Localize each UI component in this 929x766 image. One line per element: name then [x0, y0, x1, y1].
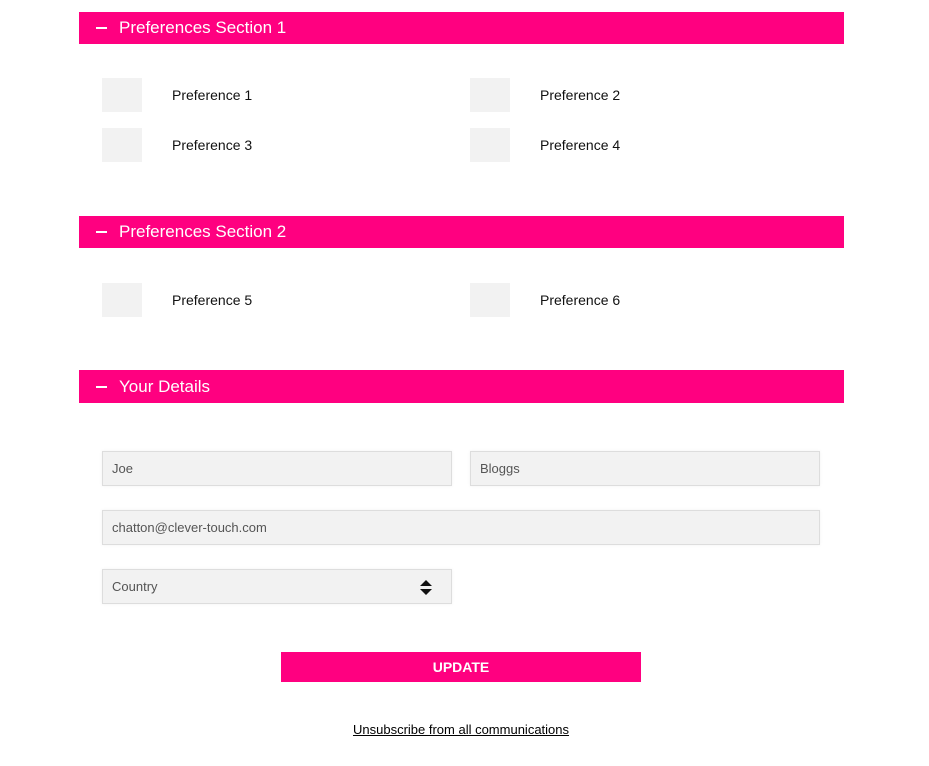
preference-2-label: Preference 2: [540, 87, 621, 103]
section-title: Your Details: [119, 376, 211, 396]
collapse-icon: [96, 231, 107, 233]
preference-5-label: Preference 5: [172, 292, 253, 308]
collapse-icon: [96, 27, 107, 29]
section-header-preferences-1[interactable]: Preferences Section 1: [79, 12, 844, 44]
preference-4-checkbox[interactable]: [470, 128, 510, 162]
preference-3-label: Preference 3: [172, 137, 253, 153]
preference-1-label: Preference 1: [172, 87, 253, 103]
section-title: Preferences Section 2: [119, 222, 287, 241]
country-select[interactable]: Country: [102, 569, 452, 604]
unsubscribe-link[interactable]: Unsubscribe from all communications: [0, 722, 922, 737]
email-input[interactable]: chatton@clever-touch.com: [102, 510, 820, 545]
sort-arrows-icon: [420, 580, 432, 595]
preference-5-checkbox[interactable]: [102, 283, 142, 317]
last-name-input[interactable]: Bloggs: [470, 451, 820, 486]
preference-2-checkbox[interactable]: [470, 78, 510, 112]
preference-1-checkbox[interactable]: [102, 78, 142, 112]
preference-6-label: Preference 6: [540, 292, 621, 308]
section-title: Preferences Section 1: [119, 18, 287, 37]
preference-3-checkbox[interactable]: [102, 128, 142, 162]
section-header-your-details[interactable]: Your Details: [79, 370, 844, 403]
first-name-input[interactable]: Joe: [102, 451, 452, 486]
country-select-value: Country: [112, 579, 158, 594]
preference-4-label: Preference 4: [540, 137, 621, 153]
collapse-icon: [96, 385, 107, 388]
section-header-preferences-2[interactable]: Preferences Section 2: [79, 216, 844, 248]
update-button[interactable]: UPDATE: [281, 652, 641, 682]
preference-6-checkbox[interactable]: [470, 283, 510, 317]
